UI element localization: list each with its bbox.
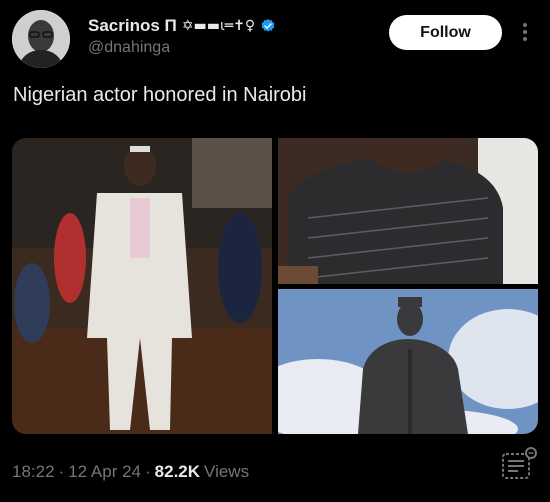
author-display-name[interactable]: Sacrinos Π xyxy=(88,16,177,36)
author-name-row[interactable]: Sacrinos Π ✡▬▬ι═✝♀ xyxy=(88,16,276,36)
photo-man-in-white-suit[interactable] xyxy=(12,138,272,434)
author-handle[interactable]: @dnahinga xyxy=(88,39,170,57)
follow-button[interactable]: Follow xyxy=(389,15,502,50)
name-emoji: ✡▬▬ι═✝♀ xyxy=(181,18,256,34)
notes-list-icon[interactable] xyxy=(500,446,540,482)
tweet-text: Nigerian actor honored in Nairobi xyxy=(13,84,307,106)
media-grid[interactable] xyxy=(12,138,538,434)
tweet-date[interactable]: 12 Apr 24 xyxy=(68,462,141,482)
photo-seated-statue[interactable] xyxy=(278,289,538,434)
more-vertical-icon[interactable] xyxy=(515,18,535,46)
meta-separator: · xyxy=(145,462,151,481)
tweet-meta: 18:22 · 12 Apr 24 · 82.2K Views xyxy=(12,462,249,482)
tweet-time[interactable]: 18:22 xyxy=(12,462,55,482)
verified-badge-icon xyxy=(261,19,275,32)
author-avatar[interactable] xyxy=(12,10,70,68)
views-count: 82.2K xyxy=(154,462,201,481)
views-label: Views xyxy=(204,462,250,481)
photo-man-in-patterned-shirt[interactable] xyxy=(278,138,538,284)
meta-separator: · xyxy=(58,462,65,481)
